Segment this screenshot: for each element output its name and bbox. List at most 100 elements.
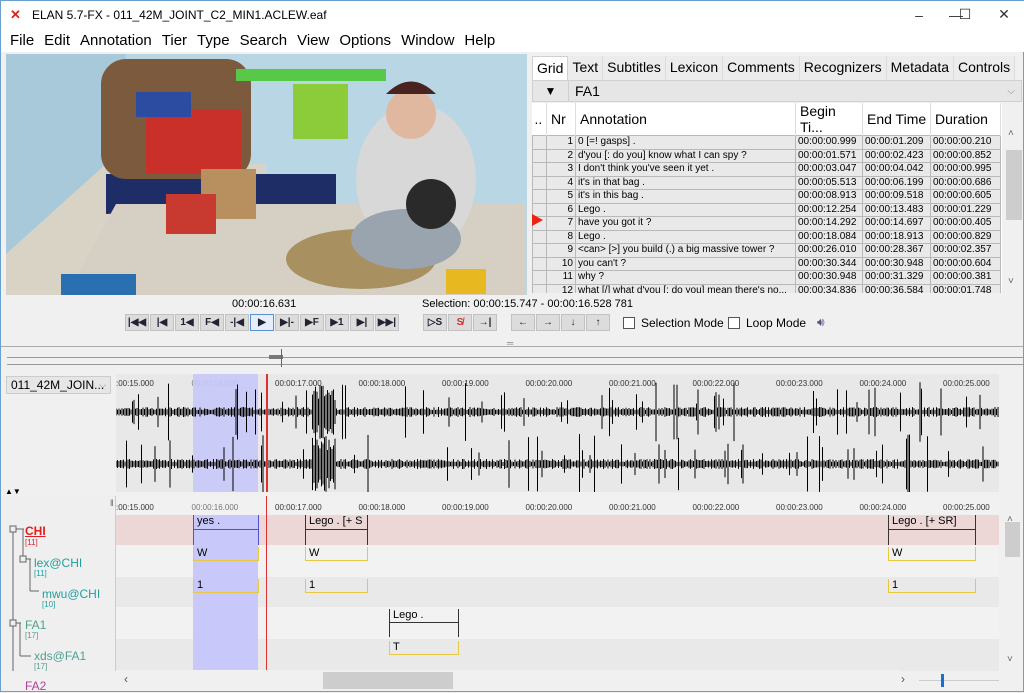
grid-row[interactable]: 5 it's in this bag . 00:00:08.913 00:00:09.… xyxy=(532,189,1001,204)
chevron-down-icon[interactable]: ⌵ xyxy=(99,377,106,393)
row-duration-cell[interactable]: 00:00:01.748 xyxy=(930,283,1001,293)
annotation-chi-1[interactable]: yes . xyxy=(193,515,259,545)
row-begin-cell[interactable]: 00:00:01.571 xyxy=(795,148,863,163)
tab-controls[interactable]: Controls xyxy=(954,56,1016,80)
previous-frame-button[interactable]: F◀ xyxy=(200,314,224,331)
tier-name-fa1[interactable]: FA1 xyxy=(25,618,46,632)
scroll-down-icon[interactable]: ˅ xyxy=(1008,276,1014,287)
row-end-cell[interactable]: 00:00:31.329 xyxy=(862,270,931,285)
tab-subtitles[interactable]: Subtitles xyxy=(603,56,666,80)
timeline-scroll-thumb[interactable] xyxy=(323,672,453,689)
row-duration-cell[interactable]: 00:00:00.829 xyxy=(930,229,1001,244)
row-end-cell[interactable]: 00:00:04.042 xyxy=(862,162,931,177)
tier-vertical-scrollbar[interactable]: ˄ ˅ xyxy=(1003,514,1021,669)
menu-search[interactable]: Search xyxy=(235,32,293,49)
grid-row[interactable]: 12 what [/] what d'you [: do you] mean th… xyxy=(532,283,1001,293)
tab-text[interactable]: Text xyxy=(568,56,604,80)
grid-row[interactable]: 2 d'you [: do you] know what I can spy ? 0… xyxy=(532,148,1001,163)
loop-mode-box[interactable] xyxy=(728,317,740,329)
row-annotation-cell[interactable]: why ? xyxy=(575,270,796,285)
annotation-lex-1[interactable]: W xyxy=(193,547,259,561)
row-begin-cell[interactable]: 00:00:30.344 xyxy=(795,256,863,271)
tab-grid[interactable]: Grid xyxy=(532,56,569,80)
row-nr-cell[interactable]: 5 xyxy=(546,189,576,204)
scroll-down-icon[interactable]: ˅ xyxy=(1007,654,1013,665)
loop-mode-checkbox[interactable]: Loop Mode xyxy=(728,316,806,330)
next-scrollview-button[interactable]: ▶| xyxy=(350,314,374,331)
tab-lexicon[interactable]: Lexicon xyxy=(665,56,724,80)
annotation-mwu-2[interactable]: 1 xyxy=(305,579,368,593)
row-begin-cell[interactable]: 00:00:18.084 xyxy=(795,229,863,244)
grid-row[interactable]: 9 <can> [>] you build (.) a big massive t… xyxy=(532,243,1001,258)
row-end-cell[interactable]: 00:00:14.697 xyxy=(862,216,931,231)
row-marker-cell[interactable] xyxy=(532,189,547,204)
menu-help[interactable]: Help xyxy=(459,32,500,49)
row-begin-cell[interactable]: 00:00:00.999 xyxy=(795,135,863,150)
menu-file[interactable]: File xyxy=(5,32,39,49)
row-annotation-cell[interactable]: Lego . xyxy=(575,229,796,244)
row-duration-cell[interactable]: 00:00:00.686 xyxy=(930,175,1001,190)
previous-annotation-button[interactable]: ← xyxy=(511,314,535,331)
tier-selector[interactable]: ▼ FA1 ⌵ xyxy=(532,80,1022,102)
annotation-lex-3[interactable]: W xyxy=(888,547,976,561)
tier-name-xds-fa1[interactable]: xds@FA1 xyxy=(34,649,86,663)
row-nr-cell[interactable]: 2 xyxy=(546,148,576,163)
timeline-overview[interactable] xyxy=(7,349,1023,367)
grid-row[interactable]: 3I don't think you've seen it yet . 00:00… xyxy=(532,162,1001,177)
row-begin-cell[interactable]: 00:00:03.047 xyxy=(795,162,863,177)
row-end-cell[interactable]: 00:00:09.518 xyxy=(862,189,931,204)
divider-grip-icon[interactable]: ═ xyxy=(507,338,513,348)
grid-row[interactable]: 6 Lego . 00:00:12.254 00:00:13.483 00:00:01.… xyxy=(532,202,1001,217)
row-nr-cell[interactable]: 6 xyxy=(546,202,576,217)
go-to-end-button[interactable]: ▶▶| xyxy=(375,314,399,331)
annotation-lex-2[interactable]: W xyxy=(305,547,368,561)
row-duration-cell[interactable]: 00:00:02.357 xyxy=(930,243,1001,258)
tab-comments[interactable]: Comments xyxy=(723,56,800,80)
row-duration-cell[interactable]: 00:00:00.405 xyxy=(930,216,1001,231)
annotation-up-button[interactable]: ↑ xyxy=(586,314,610,331)
row-annotation-cell[interactable]: 0 [=! gasps] . xyxy=(575,135,796,150)
row-nr-cell[interactable]: 10 xyxy=(546,256,576,271)
tier-menu-triangle-icon[interactable]: ▼ xyxy=(533,81,569,101)
play-selection-button[interactable]: ▷S xyxy=(423,314,447,331)
row-annotation-cell[interactable]: it's in this bag . xyxy=(575,189,796,204)
row-nr-cell[interactable]: 9 xyxy=(546,243,576,258)
row-end-cell[interactable]: 00:00:13.483 xyxy=(862,202,931,217)
row-begin-cell[interactable]: 00:00:12.254 xyxy=(795,202,863,217)
row-duration-cell[interactable]: 00:00:00.210 xyxy=(930,135,1001,150)
row-nr-cell[interactable]: 3 xyxy=(546,162,576,177)
row-begin-cell[interactable]: 00:00:30.948 xyxy=(795,270,863,285)
previous-scrollview-button[interactable]: |◀ xyxy=(150,314,174,331)
col-header-end[interactable]: End Time xyxy=(862,103,931,136)
tier-name-chi[interactable]: CHI xyxy=(25,524,46,538)
play-pause-button[interactable]: ▶ xyxy=(250,314,274,331)
previous-second-button[interactable]: 1◀ xyxy=(175,314,199,331)
row-annotation-cell[interactable]: what [/] what d'you [: do you] mean ther… xyxy=(575,283,796,293)
annotation-fa1-1[interactable]: Lego . xyxy=(389,609,459,637)
close-button[interactable]: ✕ xyxy=(981,1,1024,28)
annotation-mwu-1[interactable]: 1 xyxy=(193,579,259,593)
scroll-up-icon[interactable]: ˄ xyxy=(1008,128,1014,139)
menu-edit[interactable]: Edit xyxy=(39,32,75,49)
row-nr-cell[interactable]: 12 xyxy=(546,283,576,293)
tab-recognizers[interactable]: Recognizers xyxy=(799,56,887,80)
scroll-left-icon[interactable]: ‹ xyxy=(124,672,128,686)
tier-scroll-thumb[interactable] xyxy=(1005,522,1020,557)
next-pixel-button[interactable]: ▶|- xyxy=(275,314,299,331)
next-frame-button[interactable]: ▶F xyxy=(300,314,324,331)
annotation-chi-2[interactable]: Lego . [+ S xyxy=(305,515,368,545)
row-end-cell[interactable]: 00:00:01.209 xyxy=(862,135,931,150)
annotation-chi-3[interactable]: Lego . [+ SR] xyxy=(888,515,976,545)
row-marker-cell[interactable] xyxy=(532,229,547,244)
media-selector[interactable]: 011_42M_JOIN... ⌵ xyxy=(6,376,111,394)
row-annotation-cell[interactable]: I don't think you've seen it yet . xyxy=(575,162,796,177)
row-marker-cell[interactable] xyxy=(532,162,547,177)
col-header-begin[interactable]: Begin Ti... xyxy=(795,103,863,136)
row-marker-cell[interactable] xyxy=(532,243,547,258)
previous-pixel-button[interactable]: -|◀ xyxy=(225,314,249,331)
row-annotation-cell[interactable]: d'you [: do you] know what I can spy ? xyxy=(575,148,796,163)
row-annotation-cell[interactable]: have you got it ? xyxy=(575,216,796,231)
row-end-cell[interactable]: 00:00:36.584 xyxy=(862,283,931,293)
annotation-xds-1[interactable]: T xyxy=(389,641,459,655)
tier-name-lex-chi[interactable]: lex@CHI xyxy=(34,556,82,570)
